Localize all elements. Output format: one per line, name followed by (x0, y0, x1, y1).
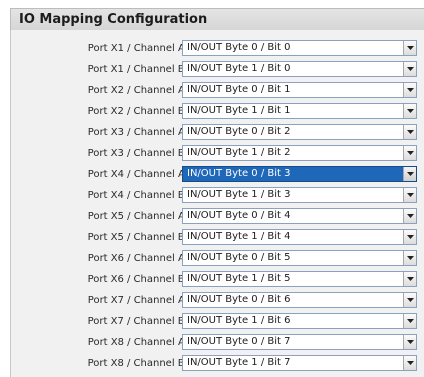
selected-value: IN/OUT Byte 1 / Bit 4 (187, 231, 291, 242)
chevron-down-icon (407, 67, 414, 71)
channel-mapping-select[interactable]: IN/OUT Byte 1 / Bit 4 (182, 229, 417, 245)
dropdown-button[interactable] (403, 335, 416, 349)
dropdown-button[interactable] (403, 293, 416, 307)
channel-label: Port X7 / Channel A: (87, 295, 188, 306)
chevron-down-icon (407, 340, 414, 344)
mapping-row: Port X7 / Channel A: IN/OUT Byte 0 / Bit… (11, 291, 424, 313)
channel-label: Port X1 / Channel A: (87, 43, 188, 54)
dropdown-button[interactable] (403, 230, 416, 244)
channel-mapping-select[interactable]: IN/OUT Byte 1 / Bit 2 (182, 145, 417, 161)
dropdown-button[interactable] (403, 209, 416, 223)
channel-label: Port X3 / Channel A: (87, 127, 188, 138)
mapping-row: Port X8 / Channel A: IN/OUT Byte 0 / Bit… (11, 333, 424, 355)
chevron-down-icon (407, 109, 414, 113)
chevron-down-icon (407, 319, 414, 323)
selected-value: IN/OUT Byte 0 / Bit 0 (187, 42, 291, 53)
chevron-down-icon (407, 172, 414, 176)
dropdown-button[interactable] (403, 314, 416, 328)
selected-value: IN/OUT Byte 0 / Bit 3 (187, 168, 291, 179)
channel-label: Port X8 / Channel B: (87, 358, 188, 369)
mapping-row: Port X4 / Channel B: IN/OUT Byte 1 / Bit… (11, 186, 424, 208)
channel-mapping-select[interactable]: IN/OUT Byte 0 / Bit 1 (182, 82, 417, 98)
selected-value: IN/OUT Byte 0 / Bit 2 (187, 126, 291, 137)
chevron-down-icon (407, 235, 414, 239)
channel-mapping-select[interactable]: IN/OUT Byte 0 / Bit 7 (182, 334, 417, 350)
selected-value: IN/OUT Byte 1 / Bit 0 (187, 63, 291, 74)
section-header: IO Mapping Configuration (10, 8, 424, 30)
mapping-row: Port X8 / Channel B: IN/OUT Byte 1 / Bit… (11, 354, 424, 376)
channel-label: Port X3 / Channel B: (87, 148, 188, 159)
channel-label: Port X2 / Channel B: (87, 106, 188, 117)
chevron-down-icon (407, 256, 414, 260)
mapping-row: Port X3 / Channel A: IN/OUT Byte 0 / Bit… (11, 123, 424, 145)
channel-mapping-select-focused[interactable]: IN/OUT Byte 0 / Bit 3 (182, 166, 417, 182)
selected-value: IN/OUT Byte 1 / Bit 3 (187, 189, 291, 200)
selected-value: IN/OUT Byte 1 / Bit 6 (187, 315, 291, 326)
dropdown-button[interactable] (403, 146, 416, 160)
channel-mapping-select[interactable]: IN/OUT Byte 0 / Bit 6 (182, 292, 417, 308)
channel-label: Port X7 / Channel B: (87, 316, 188, 327)
channel-mapping-select[interactable]: IN/OUT Byte 1 / Bit 0 (182, 61, 417, 77)
chevron-down-icon (407, 361, 414, 365)
mapping-row: Port X2 / Channel B: IN/OUT Byte 1 / Bit… (11, 102, 424, 124)
mapping-row: Port X5 / Channel B: IN/OUT Byte 1 / Bit… (11, 228, 424, 250)
channel-mapping-select[interactable]: IN/OUT Byte 1 / Bit 5 (182, 271, 417, 287)
mapping-row: Port X3 / Channel B: IN/OUT Byte 1 / Bit… (11, 144, 424, 166)
mapping-row: Port X2 / Channel A: IN/OUT Byte 0 / Bit… (11, 81, 424, 103)
channel-mapping-select[interactable]: IN/OUT Byte 1 / Bit 7 (182, 355, 417, 371)
selected-value: IN/OUT Byte 0 / Bit 7 (187, 336, 291, 347)
channel-mapping-select[interactable]: IN/OUT Byte 1 / Bit 3 (182, 187, 417, 203)
dropdown-button[interactable] (403, 83, 416, 97)
channel-label: Port X2 / Channel A: (87, 85, 188, 96)
mapping-row: Port X6 / Channel A: IN/OUT Byte 0 / Bit… (11, 249, 424, 271)
channel-label: Port X4 / Channel B: (87, 190, 188, 201)
chevron-down-icon (407, 130, 414, 134)
mapping-row: Port X6 / Channel B: IN/OUT Byte 1 / Bit… (11, 270, 424, 292)
mapping-row: Port X5 / Channel A: IN/OUT Byte 0 / Bit… (11, 207, 424, 229)
dropdown-button[interactable] (403, 272, 416, 286)
selected-value: IN/OUT Byte 0 / Bit 1 (187, 84, 291, 95)
mapping-row: Port X7 / Channel B: IN/OUT Byte 1 / Bit… (11, 312, 424, 334)
section-title: IO Mapping Configuration (19, 12, 208, 27)
mapping-row: Port X4 / Channel A: IN/OUT Byte 0 / Bit… (11, 165, 424, 187)
chevron-down-icon (407, 151, 414, 155)
channel-label: Port X6 / Channel B: (87, 274, 188, 285)
mapping-row: Port X1 / Channel A: IN/OUT Byte 0 / Bit… (11, 39, 424, 61)
selected-value: IN/OUT Byte 1 / Bit 7 (187, 357, 291, 368)
chevron-down-icon (407, 193, 414, 197)
channel-label: Port X5 / Channel B: (87, 232, 188, 243)
channel-label: Port X8 / Channel A: (87, 337, 188, 348)
channel-mapping-select[interactable]: IN/OUT Byte 1 / Bit 1 (182, 103, 417, 119)
dropdown-button[interactable] (403, 167, 416, 181)
channel-mapping-select[interactable]: IN/OUT Byte 0 / Bit 4 (182, 208, 417, 224)
selected-value: IN/OUT Byte 1 / Bit 5 (187, 273, 291, 284)
channel-label: Port X6 / Channel A: (87, 253, 188, 264)
channel-label: Port X1 / Channel B: (87, 64, 188, 75)
dropdown-button[interactable] (403, 41, 416, 55)
dropdown-button[interactable] (403, 125, 416, 139)
channel-mapping-select[interactable]: IN/OUT Byte 0 / Bit 2 (182, 124, 417, 140)
dropdown-button[interactable] (403, 62, 416, 76)
channel-mapping-select[interactable]: IN/OUT Byte 0 / Bit 5 (182, 250, 417, 266)
channel-mapping-select[interactable]: IN/OUT Byte 1 / Bit 6 (182, 313, 417, 329)
selected-value: IN/OUT Byte 0 / Bit 6 (187, 294, 291, 305)
dropdown-button[interactable] (403, 251, 416, 265)
channel-label: Port X5 / Channel A: (87, 211, 188, 222)
dropdown-button[interactable] (403, 104, 416, 118)
dropdown-button[interactable] (403, 188, 416, 202)
chevron-down-icon (407, 46, 414, 50)
mapping-row: Port X1 / Channel B: IN/OUT Byte 1 / Bit… (11, 60, 424, 82)
chevron-down-icon (407, 88, 414, 92)
channel-mapping-select[interactable]: IN/OUT Byte 0 / Bit 0 (182, 40, 417, 56)
channel-label: Port X4 / Channel A: (87, 169, 188, 180)
selected-value: IN/OUT Byte 1 / Bit 1 (187, 105, 291, 116)
chevron-down-icon (407, 277, 414, 281)
chevron-down-icon (407, 214, 414, 218)
chevron-down-icon (407, 298, 414, 302)
selected-value: IN/OUT Byte 0 / Bit 4 (187, 210, 291, 221)
dropdown-button[interactable] (403, 356, 416, 370)
selected-value: IN/OUT Byte 0 / Bit 5 (187, 252, 291, 263)
selected-value: IN/OUT Byte 1 / Bit 2 (187, 147, 291, 158)
mapping-panel: Port X1 / Channel A: IN/OUT Byte 0 / Bit… (10, 30, 424, 377)
